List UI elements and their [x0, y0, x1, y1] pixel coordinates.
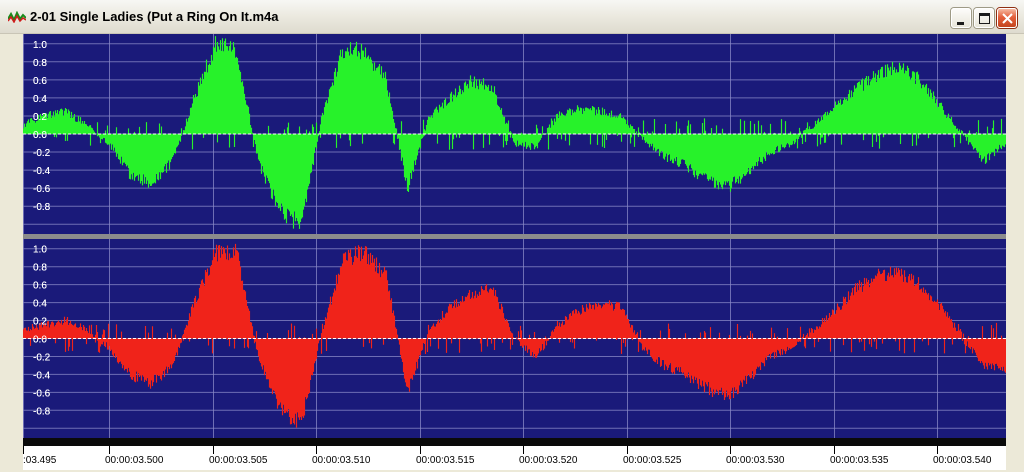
y-tick-label-overlay: 1.0	[33, 40, 47, 51]
y-tick-label-overlay: 1.0	[33, 245, 47, 256]
waveform-chart-right: 1.00.80.60.40.20.0-0.2-0.4-0.6-0.81.00.8…	[22, 239, 1007, 438]
waveform-chart-left: 1.00.80.60.40.20.0-0.2-0.4-0.6-0.81.00.8…	[22, 34, 1007, 234]
maximize-button[interactable]	[974, 8, 994, 28]
time-tick-label: 00:00:03.505	[209, 455, 268, 466]
time-tick-label: 00:00:03.525	[623, 455, 682, 466]
y-tick-label-overlay: 0.6	[33, 281, 47, 292]
time-tick-mark	[316, 446, 317, 454]
time-tick-label: 00:00:03.530	[726, 455, 785, 466]
time-tick-mark	[109, 446, 110, 454]
minimize-button[interactable]	[951, 8, 971, 28]
y-tick-label-overlay: -0.4	[33, 166, 51, 177]
y-tick-label-overlay: -0.8	[33, 202, 51, 213]
title-bar[interactable]: 2-01 Single Ladies (Put a Ring On It.m4a	[0, 0, 1024, 34]
time-tick-label: 00:00:03.510	[312, 455, 371, 466]
time-tick-label: 00:00:03.535	[830, 455, 889, 466]
time-tick-label: 00:00:03.520	[519, 455, 578, 466]
minimize-icon	[957, 22, 964, 25]
channel-left: 1.0 0.8 0.6 0.4 0.2 0.0 -0.2 -0.4 -0.6 -0.8 1.0 0.8…	[22, 34, 1007, 234]
time-tick-mark	[523, 446, 524, 454]
client-area: 1.0 0.8 0.6 0.4 0.2 0.0 -0.2 -0.4 -0.6 -0.8 1.0 0.8…	[6, 34, 1018, 472]
waveform-plot[interactable]: 1.0 0.8 0.6 0.4 0.2 0.0 -0.2 -0.4 -0.6 -0.8 1.0 0.8…	[22, 34, 1007, 470]
channel-right: 1.0 0.8 0.6 0.4 0.2 0.0 -0.2 -0.4 -0.6 -0.8 1.0 0.8…	[22, 239, 1007, 438]
time-tick-label: :03.495	[23, 455, 57, 466]
time-tick-mark	[627, 446, 628, 454]
close-icon	[1002, 13, 1013, 24]
y-tick-label-overlay: -0.4	[33, 370, 51, 381]
window-title: 2-01 Single Ladies (Put a Ring On It.m4a	[30, 9, 279, 24]
y-tick-label-overlay: 0.6	[33, 76, 47, 87]
time-tick-mark	[23, 446, 24, 454]
y-tick-label-overlay: 0.8	[33, 263, 47, 274]
waveform-icon	[8, 11, 26, 23]
waveform-window: 2-01 Single Ladies (Put a Ring On It.m4a…	[0, 0, 1024, 472]
time-tick-label: 00:00:03.515	[416, 455, 475, 466]
time-tick-label: 00:00:03.540	[933, 455, 992, 466]
y-tick-label-overlay: -0.2	[33, 352, 51, 363]
y-tick-label-overlay: -0.6	[33, 388, 51, 399]
time-tick-mark	[937, 446, 938, 454]
y-tick-label-overlay: 0.0	[33, 130, 47, 141]
time-axis: :03.495 00:00:03.500 00:00:03.505 00:00:03.…	[23, 446, 1006, 470]
time-tick-mark	[834, 446, 835, 454]
y-tick-label-overlay: 0.4	[33, 94, 47, 105]
close-button[interactable]	[997, 8, 1017, 28]
time-tick-mark	[420, 446, 421, 454]
y-tick-label-overlay: 0.8	[33, 58, 47, 69]
position-bar[interactable]	[23, 438, 1006, 446]
y-tick-label-overlay: 0.2	[33, 317, 47, 328]
y-tick-label-overlay: -0.2	[33, 148, 51, 159]
y-tick-label-overlay: 0.0	[33, 335, 47, 346]
time-tick-mark	[213, 446, 214, 454]
y-tick-label-overlay: 0.4	[33, 299, 47, 310]
y-tick-label-overlay: -0.6	[33, 184, 51, 195]
y-tick-label-overlay: 0.2	[33, 112, 47, 123]
maximize-icon	[979, 13, 990, 24]
time-tick-label: 00:00:03.500	[105, 455, 164, 466]
y-tick-label-overlay: -0.8	[33, 406, 51, 417]
time-tick-mark	[730, 446, 731, 454]
